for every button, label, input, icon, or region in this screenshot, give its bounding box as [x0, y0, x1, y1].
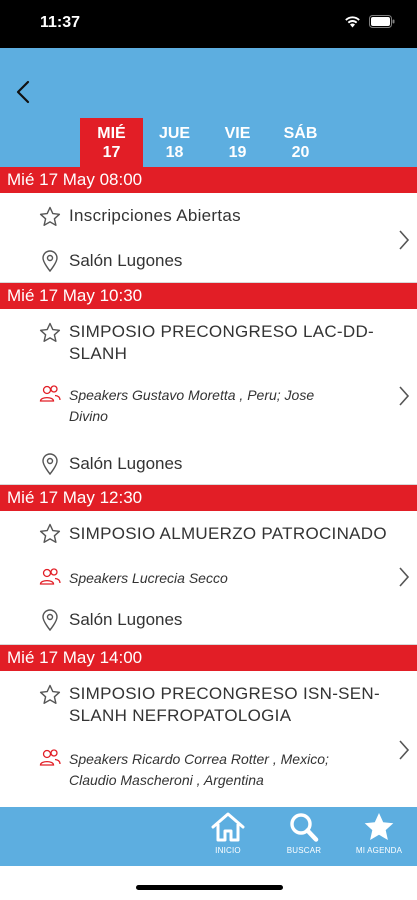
event-item[interactable]: Inscripciones Abiertas Salón Lugones: [0, 193, 417, 283]
location-pin-icon: [42, 453, 58, 476]
home-icon: [211, 812, 245, 842]
status-time: 11:37: [40, 14, 81, 31]
tab-day-19[interactable]: VIE 19: [206, 118, 269, 167]
day-tabs: MIÉ 17 JUE 18 VIE 19 SÁB 20: [80, 118, 332, 167]
speakers-icon: [39, 568, 61, 585]
event-item[interactable]: SIMPOSIO ALMUERZO PATROCINADO Speakers L…: [0, 511, 417, 645]
search-icon: [290, 813, 319, 842]
wifi-icon: [345, 16, 360, 28]
event-title-line: SLANH NEFROPATOLOGIA: [69, 706, 292, 725]
status-bar: 11:37: [0, 0, 417, 48]
event-speakers: Speakers Gustavo Moretta , Peru; Jose Di…: [69, 385, 314, 427]
tab-day-label: JUE: [158, 125, 191, 142]
event-title: SIMPOSIO PRECONGRESO LAC-DD- SLANH: [69, 321, 374, 365]
bottom-nav: INICIO BUSCAR MI AGENDA: [0, 807, 417, 866]
chevron-right-icon: [399, 567, 410, 587]
event-speakers-line: Speakers Gustavo Moretta , Peru; Jose: [69, 387, 315, 403]
tab-day-label: MIÉ: [97, 125, 126, 142]
event-title: Inscripciones Abiertas: [69, 206, 241, 225]
nav-home[interactable]: INICIO: [198, 811, 258, 855]
time-slot-header: Mié 17 May 12:30: [0, 485, 417, 511]
time-slot-header: Mié 17 May 10:30: [0, 283, 417, 309]
home-indicator-area: [0, 866, 417, 900]
home-indicator[interactable]: [136, 885, 283, 890]
tab-day-date: 18: [165, 144, 184, 161]
star-outline-icon[interactable]: [38, 683, 62, 707]
event-speakers-line: Claudio Mascheroni , Argentina: [69, 772, 264, 788]
event-speakers: Speakers Ricardo Correa Rotter , Mexico;…: [69, 749, 329, 791]
location-pin-icon: [42, 609, 58, 632]
tab-day-17[interactable]: MIÉ 17: [80, 118, 143, 167]
tab-day-label: SÁB: [283, 125, 318, 142]
speakers-icon: [39, 385, 61, 402]
event-title-line: SIMPOSIO PRECONGRESO LAC-DD-: [69, 322, 374, 341]
chevron-right-icon: [399, 740, 410, 760]
star-outline-icon[interactable]: [38, 321, 62, 345]
tab-day-date: 20: [291, 144, 310, 161]
speakers-icon: [39, 749, 61, 766]
event-room: Salón Lugones: [69, 454, 183, 473]
event-speakers-line: Speakers Ricardo Correa Rotter , Mexico;: [69, 751, 329, 767]
event-speakers-line: Divino: [69, 408, 108, 424]
star-outline-icon[interactable]: [38, 205, 62, 229]
event-title: SIMPOSIO ALMUERZO PATROCINADO: [69, 524, 387, 543]
nav-my-agenda-label: MI AGENDA: [355, 846, 403, 855]
schedule-list: Mié 17 May 08:00 Inscripciones Abiertas …: [0, 167, 417, 807]
tab-day-date: 17: [102, 144, 121, 161]
event-title-line: SIMPOSIO PRECONGRESO ISN-SEN-: [69, 684, 380, 703]
event-room: Salón Lugones: [69, 251, 183, 270]
header: MIÉ 17 JUE 18 VIE 19 SÁB 20: [0, 48, 417, 167]
chevron-right-icon: [399, 386, 410, 406]
star-outline-icon[interactable]: [38, 522, 62, 546]
time-slot-header: Mié 17 May 14:00: [0, 645, 417, 671]
chevron-right-icon: [399, 230, 410, 250]
time-slot-header: Mié 17 May 08:00: [0, 167, 417, 193]
tab-day-label: VIE: [224, 125, 251, 142]
battery-icon: [369, 15, 395, 28]
tab-day-20[interactable]: SÁB 20: [269, 118, 332, 167]
tab-day-date: 19: [228, 144, 247, 161]
event-title-line: SLANH: [69, 344, 128, 363]
event-speakers: Speakers Lucrecia Secco: [69, 570, 228, 586]
nav-search-label: BUSCAR: [286, 846, 322, 855]
nav-search[interactable]: BUSCAR: [274, 811, 334, 855]
back-icon: [16, 80, 30, 104]
location-pin-icon: [42, 250, 58, 273]
back-button[interactable]: [8, 72, 40, 112]
event-room: Salón Lugones: [69, 610, 183, 629]
star-icon: [364, 813, 394, 840]
status-icons: [344, 15, 395, 28]
tab-day-18[interactable]: JUE 18: [143, 118, 206, 167]
event-title: SIMPOSIO PRECONGRESO ISN-SEN- SLANH NEFR…: [69, 683, 380, 727]
event-item[interactable]: SIMPOSIO PRECONGRESO LAC-DD- SLANH Speak…: [0, 309, 417, 485]
nav-my-agenda[interactable]: MI AGENDA: [349, 811, 409, 855]
event-item[interactable]: SIMPOSIO PRECONGRESO ISN-SEN- SLANH NEFR…: [0, 671, 417, 807]
nav-home-label: INICIO: [215, 846, 241, 855]
